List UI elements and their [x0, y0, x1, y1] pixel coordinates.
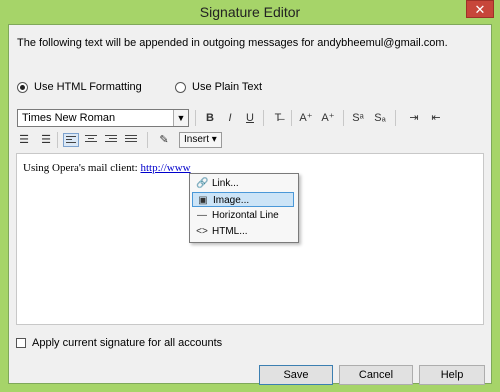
signature-link[interactable]: http://www [140, 162, 190, 174]
superscript-button[interactable]: Sᵃ [349, 110, 367, 126]
window-title: Signature Editor [199, 4, 301, 20]
chevron-down-icon[interactable]: ▼ [173, 110, 188, 126]
plain-text-radio[interactable]: Use Plain Text [175, 81, 262, 93]
html-formatting-label: Use HTML Formatting [34, 81, 142, 93]
toolbar-divider [395, 110, 396, 126]
menu-item-label: HTML... [212, 226, 248, 237]
code-icon: <> [196, 226, 208, 237]
menu-item-image[interactable]: ▣ Image... [192, 192, 294, 207]
apply-all-accounts-checkbox[interactable]: Apply current signature for all accounts [16, 337, 222, 349]
justify-icon[interactable] [123, 133, 139, 147]
menu-item-horizontal-line[interactable]: — Horizontal Line [192, 208, 294, 223]
insert-menu: 🔗 Link... ▣ Image... — Horizontal Line <… [189, 173, 299, 243]
link-icon: 🔗 [196, 178, 209, 189]
bold-button[interactable]: B [201, 110, 219, 126]
signature-text[interactable]: Using Opera's mail client: http://www [23, 162, 191, 174]
cancel-button[interactable]: Cancel [339, 365, 413, 385]
eraser-icon[interactable]: ✎ [155, 132, 173, 148]
strikethrough-button[interactable]: T̶ [269, 110, 287, 126]
toolbar-divider [57, 132, 58, 148]
save-button[interactable]: Save [259, 365, 333, 385]
menu-item-html[interactable]: <> HTML... [192, 224, 294, 239]
underline-button[interactable]: U [241, 110, 259, 126]
checkbox-box[interactable] [16, 338, 26, 348]
bullet-list-icon[interactable]: ☰ [37, 132, 55, 148]
grow-font-button[interactable]: A⁺ [297, 110, 315, 126]
menu-item-label: Image... [213, 195, 250, 206]
apply-all-label: Apply current signature for all accounts [32, 337, 223, 349]
italic-button[interactable]: I [221, 110, 239, 126]
indent-icon[interactable]: ⇥ [405, 110, 423, 126]
toolbar-divider [343, 110, 344, 126]
toolbar-divider [263, 110, 264, 126]
toolbar-divider [195, 110, 196, 126]
signature-editor-window: Signature Editor ✕ The following text wi… [0, 0, 500, 392]
menu-item-link[interactable]: 🔗 Link... [192, 176, 294, 191]
title-bar[interactable]: Signature Editor ✕ [0, 0, 500, 24]
align-center-icon[interactable] [83, 133, 99, 147]
image-icon: ▣ [198, 195, 208, 206]
shrink-font-button[interactable]: A⁺ [319, 110, 337, 126]
outdent-icon[interactable]: ⇤ [427, 110, 445, 126]
toolbar-divider [147, 132, 148, 148]
menu-item-label: Link... [212, 178, 239, 189]
plain-text-label: Use Plain Text [192, 81, 263, 93]
insert-dropdown-button[interactable]: Insert ▾ [179, 132, 222, 148]
subscript-button[interactable]: Sₐ [371, 110, 389, 126]
align-right-icon[interactable] [103, 133, 119, 147]
dialog-body: The following text will be appended in o… [8, 24, 492, 385]
help-button[interactable]: Help [419, 365, 485, 385]
radio-unselected-indicator [175, 81, 186, 93]
toolbar-divider [291, 110, 292, 126]
description-text: The following text will be appended in o… [17, 37, 448, 49]
numbered-list-icon[interactable]: ☰ [15, 132, 33, 148]
radio-selected-indicator [17, 81, 28, 93]
font-family-value: Times New Roman [22, 112, 116, 124]
align-left-icon[interactable] [63, 133, 79, 147]
menu-item-label: Horizontal Line [212, 210, 279, 221]
signature-text-prefix: Using Opera's mail client: [23, 162, 141, 174]
html-formatting-radio[interactable]: Use HTML Formatting [17, 81, 142, 93]
horizontal-line-icon: — [197, 210, 207, 221]
close-button[interactable]: ✕ [466, 0, 494, 18]
font-family-select[interactable]: Times New Roman ▼ [17, 109, 189, 127]
